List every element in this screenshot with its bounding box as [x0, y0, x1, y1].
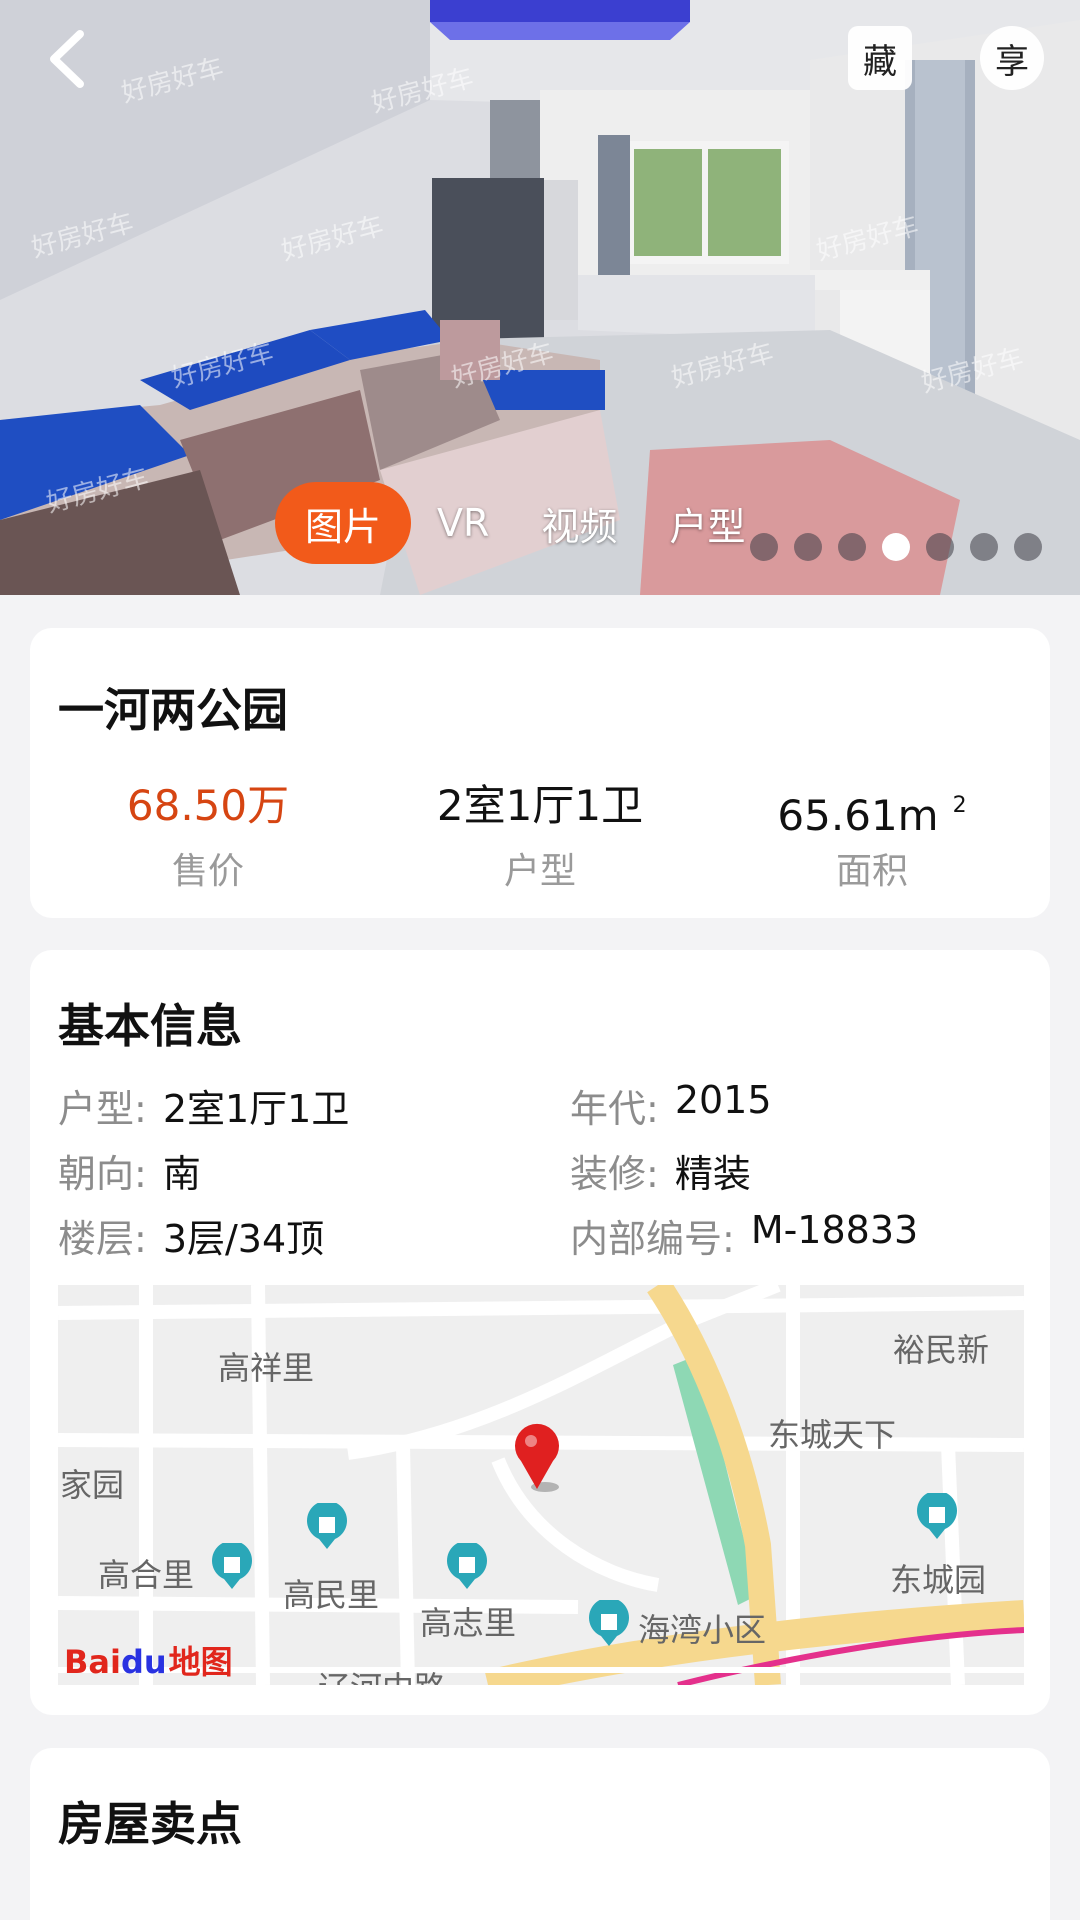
- map-label: 高志里: [420, 1604, 517, 1642]
- map-label: 辽河中路: [318, 1663, 446, 1685]
- layout-label: 户型: [503, 851, 576, 892]
- tab-video[interactable]: 视频: [515, 482, 643, 564]
- info-key: 装修:: [570, 1152, 659, 1196]
- area-unit-sup: 2: [952, 793, 967, 818]
- location-pin-icon[interactable]: [511, 1423, 567, 1493]
- page-dot-active[interactable]: [882, 533, 910, 561]
- info-row-decoration: 装修: 精装: [570, 1143, 751, 1198]
- back-button[interactable]: [40, 24, 100, 94]
- info-value: 3层/34顶: [162, 1217, 325, 1261]
- residential-poi-icon[interactable]: [208, 1543, 256, 1591]
- info-value: M-18833: [750, 1208, 919, 1252]
- area-value: 65.61m: [777, 791, 939, 840]
- info-key: 内部编号:: [570, 1217, 735, 1261]
- layout-value: 2室1厅1卫: [436, 781, 644, 830]
- baidu-map-text: 地图: [168, 1643, 233, 1681]
- baidu-map-logo: Baidu地图: [64, 1637, 233, 1683]
- residential-poi-icon[interactable]: [303, 1503, 351, 1551]
- info-value: 2室1厅1卫: [162, 1087, 350, 1131]
- info-key: 年代:: [570, 1087, 659, 1131]
- basic-info-title: 基本信息: [58, 999, 242, 1053]
- baidu-paw-icon: du: [120, 1643, 167, 1681]
- map-label: 裕民新: [893, 1331, 990, 1369]
- baidu-logo-text: Bai: [64, 1643, 121, 1681]
- location-map[interactable]: 高祥里 裕民新 东城天下 家园 高合里 高民里 高志里 东城园 海湾小区 辽河中…: [58, 1285, 1024, 1685]
- basic-info-card: 基本信息 户型: 2室1厅1卫 年代: 2015 朝向: 南 装修: 精装 楼层…: [30, 950, 1050, 1715]
- map-label: 家园: [60, 1466, 125, 1504]
- map-label: 高民里: [283, 1576, 380, 1614]
- tab-vr[interactable]: VR: [411, 482, 515, 564]
- residential-poi-icon[interactable]: [913, 1493, 961, 1541]
- info-row-layout: 户型: 2室1厅1卫: [58, 1078, 349, 1133]
- info-value: 南: [162, 1152, 201, 1196]
- info-row-orientation: 朝向: 南: [58, 1143, 201, 1198]
- info-row-year: 年代: 2015: [570, 1078, 772, 1133]
- residential-poi-icon[interactable]: [585, 1600, 633, 1648]
- info-row-internal-id: 内部编号: M-18833: [570, 1208, 918, 1263]
- info-key: 户型:: [58, 1087, 147, 1131]
- info-value: 2015: [674, 1078, 772, 1122]
- residential-poi-icon[interactable]: [443, 1543, 491, 1591]
- price-label: 售价: [171, 851, 244, 892]
- share-button[interactable]: 享: [980, 26, 1044, 90]
- info-row-floor: 楼层: 3层/34顶: [58, 1208, 324, 1263]
- page-dot[interactable]: [838, 533, 866, 561]
- area-stat: 65.61m 2 面积: [702, 778, 1042, 894]
- map-label: 海湾小区: [638, 1611, 767, 1649]
- price-value: 68.50万: [126, 781, 290, 830]
- summary-card: 一河两公园 68.50万 售价 2室1厅1卫 户型 65.61m 2 面积: [30, 628, 1050, 918]
- listing-title: 一河两公园: [58, 683, 288, 737]
- photo-gallery[interactable]: 好房好车 好房好车 好房好车 好房好车 好房好车 好房好车 好房好车 好房好车 …: [0, 0, 1080, 595]
- page-dot[interactable]: [926, 533, 954, 561]
- map-label: 东城园: [890, 1561, 987, 1599]
- selling-points-title: 房屋卖点: [58, 1797, 242, 1851]
- gallery-page-indicator: [750, 533, 1042, 561]
- tab-photos[interactable]: 图片: [275, 482, 412, 564]
- favorite-button[interactable]: 藏: [848, 26, 912, 90]
- info-key: 楼层:: [58, 1217, 147, 1261]
- page-dot[interactable]: [970, 533, 998, 561]
- info-key: 朝向:: [58, 1152, 147, 1196]
- chevron-left-icon: [50, 30, 84, 88]
- media-tabs: 图片 VR 视频 户型: [275, 482, 771, 564]
- price-stat: 68.50万 售价: [38, 778, 378, 894]
- info-value: 精装: [674, 1152, 751, 1196]
- page-dot[interactable]: [750, 533, 778, 561]
- layout-stat: 2室1厅1卫 户型: [370, 778, 710, 894]
- map-label: 高合里: [98, 1556, 195, 1594]
- area-label: 面积: [835, 851, 908, 892]
- selling-points-card: 房屋卖点: [30, 1748, 1050, 1920]
- area-value-wrap: 65.61m 2: [702, 778, 1042, 840]
- map-label: 东城天下: [768, 1416, 897, 1454]
- map-label: 高祥里: [218, 1349, 315, 1387]
- page-dot[interactable]: [1014, 533, 1042, 561]
- page-dot[interactable]: [794, 533, 822, 561]
